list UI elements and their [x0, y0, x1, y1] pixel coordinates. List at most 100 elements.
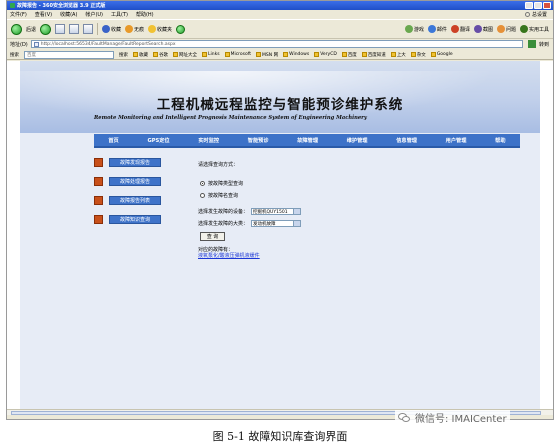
toolbar-translate[interactable]: 翻译 — [450, 25, 470, 33]
nav-gps[interactable]: GPS定位 — [147, 137, 169, 144]
toolbar-tools[interactable]: 实用工具 — [519, 25, 549, 33]
fav-item[interactable]: 谷歌 — [153, 52, 168, 58]
menu-help[interactable]: 帮助(H) — [136, 11, 154, 18]
fav-item[interactable]: MSN 网 — [256, 52, 278, 58]
fav-item[interactable]: Google — [430, 52, 453, 57]
incognito-button[interactable]: 无痕 — [125, 25, 144, 33]
page-icon — [33, 41, 39, 47]
menu-account[interactable]: 帐户(U) — [85, 11, 103, 18]
address-input[interactable]: http://localhost:56534/FaultManage/Fault… — [30, 40, 523, 48]
folder-icon — [256, 52, 262, 57]
fav-item[interactable]: 网址大全 — [173, 52, 197, 58]
radio-by-type[interactable]: 按故障类型查询 — [200, 180, 378, 187]
system-title: 工程机械远程监控与智能预诊维护系统 — [156, 97, 404, 113]
bullet-icon — [94, 158, 103, 167]
query-mode-label: 请选择查询方式： — [198, 162, 239, 168]
window-title: 故障报告 - 360安全浏览器 3.9 正式版 — [17, 3, 106, 9]
back-label[interactable]: 后退 — [26, 26, 36, 33]
page-content: 工程机械远程监控与智能预诊维护系统 Remote Monitoring and … — [7, 61, 553, 409]
toolbar-separator — [97, 23, 99, 35]
stop-icon[interactable] — [55, 24, 66, 34]
system-subtitle: Remote Monitoring and Intelligent Progno… — [94, 115, 367, 121]
fav-item[interactable]: 百度知道 — [361, 52, 386, 58]
search-button[interactable]: 搜索 — [119, 52, 128, 58]
fav-item[interactable]: VeryCD — [314, 52, 337, 57]
header-banner: 工程机械远程监控与智能预诊维护系统 Remote Monitoring and … — [20, 61, 540, 133]
title-bar: 故障报告 - 360安全浏览器 3.9 正式版 — [7, 1, 553, 10]
nav-monitor[interactable]: 实时监控 — [198, 137, 219, 144]
major-label: 选择发生故障的大类： — [198, 221, 249, 227]
folder-icon — [390, 52, 396, 57]
favorites-button[interactable]: 收藏夹 — [148, 25, 172, 33]
toolbar-screenshot[interactable]: 截图 — [473, 25, 493, 33]
star-icon — [148, 25, 157, 33]
minimize-button[interactable] — [525, 2, 533, 9]
fav-item[interactable]: Microsoft — [224, 52, 251, 57]
device-select[interactable]: 挖掘机QUY1501 — [251, 208, 302, 215]
radio-selected-icon — [200, 181, 205, 186]
sidebar-fault-handling[interactable]: 故障处理报告 — [109, 177, 161, 186]
search-input[interactable]: 百度 — [24, 50, 114, 59]
nav-info[interactable]: 信息管理 — [396, 137, 417, 144]
menu-favorites[interactable]: 收藏(A) — [60, 11, 77, 18]
fav-item[interactable]: 百度 — [341, 52, 357, 58]
toolbar-games[interactable]: 游戏 — [404, 25, 424, 33]
major-select[interactable]: 发动机故障 — [251, 220, 302, 227]
menu-bar: 文件(F) 查看(V) 收藏(A) 帐户(U) 工具(T) 帮助(H) 总设置 — [7, 10, 553, 19]
menu-file[interactable]: 文件(F) — [10, 11, 27, 18]
menu-tools[interactable]: 工具(T) — [111, 11, 128, 18]
home-icon[interactable] — [83, 24, 94, 34]
figure-caption: 图 5-1 故障知识库查询界面 — [212, 430, 348, 443]
nav-home[interactable]: 首页 — [108, 137, 118, 144]
sidebar-fault-list[interactable]: 故障报告列表 — [109, 196, 161, 205]
sidebar-fault-discovery[interactable]: 故障发现报告 — [109, 158, 161, 167]
game-icon — [404, 25, 413, 33]
tools-icon — [519, 25, 528, 33]
fav-item[interactable]: 上大 — [390, 52, 406, 58]
radio-by-name[interactable]: 按故障名查询 — [200, 192, 378, 199]
sidebar-item: 故障知识查询 — [94, 214, 174, 225]
incognito-icon — [125, 25, 134, 33]
toolbar-mail[interactable]: 邮件 — [427, 25, 447, 33]
sidebar-item: 故障报告列表 — [94, 195, 174, 206]
bullet-icon — [94, 215, 103, 224]
result-link[interactable]: 液氧泵化/酸液压弹机液缓件 — [198, 253, 378, 259]
favorites-bar: 搜索 百度 搜索 收藏 谷歌 网址大全 Links Microsoft MSN … — [7, 50, 553, 60]
fav-item[interactable]: 杂文 — [410, 52, 426, 58]
fav-item[interactable]: 收藏 — [133, 52, 148, 58]
nav-prognosis[interactable]: 智能预诊 — [248, 137, 269, 144]
query-button[interactable]: 查 询 — [200, 232, 225, 241]
mail-icon — [427, 25, 436, 33]
undo-button[interactable]: 收藏 — [102, 25, 121, 33]
maximize-button[interactable] — [534, 2, 542, 9]
fav-item[interactable]: Links — [202, 52, 220, 57]
go-button[interactable]: 转到 — [539, 41, 549, 48]
nav-help[interactable]: 帮助 — [495, 137, 505, 144]
back-arrow-icon[interactable] — [11, 23, 22, 35]
folder-icon — [314, 52, 320, 57]
device-row: 选择发生故障的设备： 挖掘机QUY1501 — [198, 208, 378, 215]
nav-fault[interactable]: 故障管理 — [297, 137, 318, 144]
browser-window: 故障报告 - 360安全浏览器 3.9 正式版 文件(F) 查看(V) 收藏(A… — [6, 0, 554, 420]
menu-view[interactable]: 查看(V) — [35, 11, 52, 18]
folder-icon — [153, 52, 158, 57]
toolbar-question[interactable]: 问题 — [496, 25, 516, 33]
nav-maintenance[interactable]: 维护管理 — [347, 137, 368, 144]
refresh-icon[interactable] — [69, 24, 80, 34]
settings-link[interactable]: 总设置 — [524, 11, 547, 18]
chevron-down-icon — [293, 221, 301, 226]
forward-arrow-icon[interactable] — [40, 23, 52, 35]
folder-icon — [410, 52, 416, 57]
folder-icon — [430, 52, 436, 57]
zone-icon[interactable] — [176, 24, 186, 34]
page-body: 工程机械远程监控与智能预诊维护系统 Remote Monitoring and … — [20, 61, 540, 409]
question-icon — [496, 25, 505, 33]
result-area: 对应的故障有： 液氧泵化/酸液压弹机液缓件 — [198, 247, 378, 259]
fav-item[interactable]: Windows — [283, 52, 309, 57]
address-bar: 地址(D) http://localhost:56534/FaultManage… — [7, 39, 553, 49]
go-arrow-icon[interactable] — [527, 40, 536, 48]
nav-users[interactable]: 用户管理 — [446, 137, 467, 144]
sidebar-knowledge-query[interactable]: 故障知识查询 — [109, 215, 161, 224]
toolbar: 后退 收藏 无痕 收藏夹 游戏 邮件 翻译 截图 问题 实用工具 — [7, 19, 553, 39]
close-button[interactable] — [543, 2, 551, 9]
